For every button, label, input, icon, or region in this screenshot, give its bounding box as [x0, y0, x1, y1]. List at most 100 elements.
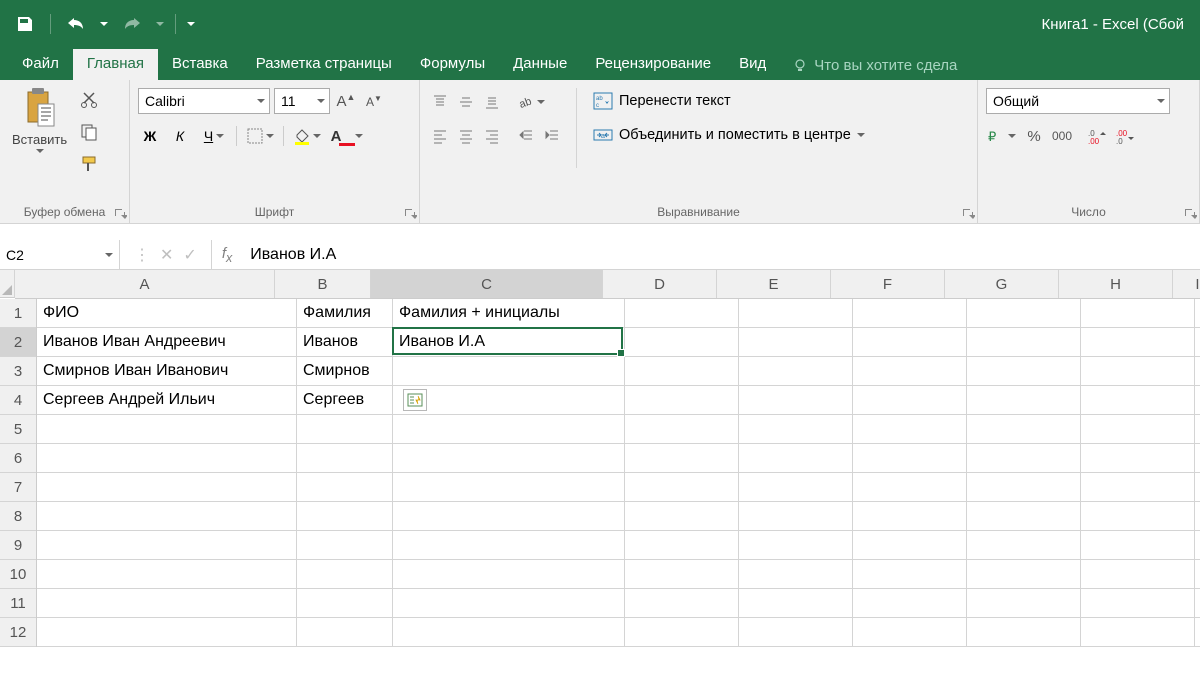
cell-D3[interactable]	[625, 357, 739, 386]
column-header-E[interactable]: E	[717, 270, 831, 298]
tab-home[interactable]: Главная	[73, 49, 158, 80]
cell-I5[interactable]	[1195, 415, 1200, 444]
cell-C5[interactable]	[393, 415, 625, 444]
increase-decimal-button[interactable]: .0.00	[1086, 124, 1110, 148]
row-header-11[interactable]: 11	[0, 589, 36, 618]
cell-D6[interactable]	[625, 444, 739, 473]
cell-D2[interactable]	[625, 328, 739, 357]
cell-D12[interactable]	[625, 618, 739, 647]
column-header-H[interactable]: H	[1059, 270, 1173, 298]
cell-E9[interactable]	[739, 531, 853, 560]
row-header-4[interactable]: 4	[0, 386, 36, 415]
cell-D5[interactable]	[625, 415, 739, 444]
cell-G3[interactable]	[967, 357, 1081, 386]
tab-insert[interactable]: Вставка	[158, 49, 242, 80]
cell-E4[interactable]	[739, 386, 853, 415]
cell-D10[interactable]	[625, 560, 739, 589]
borders-button[interactable]	[243, 124, 277, 148]
cell-A7[interactable]	[37, 473, 297, 502]
row-header-2[interactable]: 2	[0, 328, 36, 357]
paste-button[interactable]: Вставить	[8, 84, 71, 155]
cell-G5[interactable]	[967, 415, 1081, 444]
cell-G12[interactable]	[967, 618, 1081, 647]
cell-F8[interactable]	[853, 502, 967, 531]
cell-G1[interactable]	[967, 299, 1081, 328]
row-header-6[interactable]: 6	[0, 444, 36, 473]
cell-D1[interactable]	[625, 299, 739, 328]
cell-H3[interactable]	[1081, 357, 1195, 386]
cell-E8[interactable]	[739, 502, 853, 531]
align-left-button[interactable]	[428, 124, 452, 148]
grow-font-button[interactable]: A▲	[334, 89, 358, 113]
copy-button[interactable]	[77, 120, 101, 144]
tab-review[interactable]: Рецензирование	[581, 49, 725, 80]
cell-H7[interactable]	[1081, 473, 1195, 502]
cell-B10[interactable]	[297, 560, 393, 589]
cell-B12[interactable]	[297, 618, 393, 647]
cell-H5[interactable]	[1081, 415, 1195, 444]
row-header-12[interactable]: 12	[0, 618, 36, 647]
align-bottom-button[interactable]	[480, 90, 504, 114]
cell-E3[interactable]	[739, 357, 853, 386]
flash-fill-smart-tag[interactable]	[403, 389, 427, 411]
cell-H8[interactable]	[1081, 502, 1195, 531]
cut-button[interactable]	[77, 88, 101, 112]
bold-button[interactable]: Ж	[138, 124, 162, 148]
align-top-button[interactable]	[428, 90, 452, 114]
increase-indent-button[interactable]	[540, 124, 564, 148]
cell-E10[interactable]	[739, 560, 853, 589]
cell-D9[interactable]	[625, 531, 739, 560]
cell-I12[interactable]	[1195, 618, 1200, 647]
cell-F2[interactable]	[853, 328, 967, 357]
cell-A12[interactable]	[37, 618, 297, 647]
cell-I10[interactable]	[1195, 560, 1200, 589]
cell-C12[interactable]	[393, 618, 625, 647]
cell-I4[interactable]	[1195, 386, 1200, 415]
formula-bar[interactable]: Иванов И.А	[242, 246, 1200, 264]
font-size-combo[interactable]: 11	[274, 88, 330, 114]
cell-G8[interactable]	[967, 502, 1081, 531]
cell-H11[interactable]	[1081, 589, 1195, 618]
cell-B4[interactable]: Сергеев	[297, 386, 393, 415]
cell-B7[interactable]	[297, 473, 393, 502]
alignment-dialog-launcher[interactable]	[961, 207, 975, 221]
cancel-formula-button[interactable]: ✕	[160, 245, 173, 265]
cell-D4[interactable]	[625, 386, 739, 415]
accounting-format-button[interactable]: ₽	[986, 124, 1018, 148]
cell-E5[interactable]	[739, 415, 853, 444]
cell-F10[interactable]	[853, 560, 967, 589]
tab-file[interactable]: Файл	[8, 49, 73, 80]
cell-A1[interactable]: ФИО	[37, 299, 297, 328]
cell-I2[interactable]	[1195, 328, 1200, 357]
decrease-decimal-button[interactable]: .00.0	[1114, 124, 1138, 148]
cell-G10[interactable]	[967, 560, 1081, 589]
cell-A3[interactable]: Смирнов Иван Иванович	[37, 357, 297, 386]
cell-A2[interactable]: Иванов Иван Андреевич	[37, 328, 297, 357]
cell-H10[interactable]	[1081, 560, 1195, 589]
tab-data[interactable]: Данные	[499, 49, 581, 80]
cell-H4[interactable]	[1081, 386, 1195, 415]
fill-color-button[interactable]	[290, 124, 324, 148]
redo-dropdown[interactable]	[153, 9, 167, 39]
cell-B5[interactable]	[297, 415, 393, 444]
percent-button[interactable]: %	[1022, 124, 1046, 148]
cell-C10[interactable]	[393, 560, 625, 589]
save-button[interactable]	[8, 9, 42, 39]
row-header-7[interactable]: 7	[0, 473, 36, 502]
format-painter-button[interactable]	[77, 152, 101, 176]
align-center-button[interactable]	[454, 124, 478, 148]
cell-E12[interactable]	[739, 618, 853, 647]
cell-C1[interactable]: Фамилия + инициалы	[393, 299, 625, 328]
wrap-text-button[interactable]: abc Перенести текст	[589, 90, 869, 112]
cell-F4[interactable]	[853, 386, 967, 415]
cell-H1[interactable]	[1081, 299, 1195, 328]
cell-A10[interactable]	[37, 560, 297, 589]
cell-G6[interactable]	[967, 444, 1081, 473]
select-all-button[interactable]	[0, 270, 15, 298]
cell-A5[interactable]	[37, 415, 297, 444]
cell-H12[interactable]	[1081, 618, 1195, 647]
fx-expand-icon[interactable]: ⋮	[134, 245, 150, 265]
cell-E7[interactable]	[739, 473, 853, 502]
cell-D11[interactable]	[625, 589, 739, 618]
cell-B3[interactable]: Смирнов	[297, 357, 393, 386]
